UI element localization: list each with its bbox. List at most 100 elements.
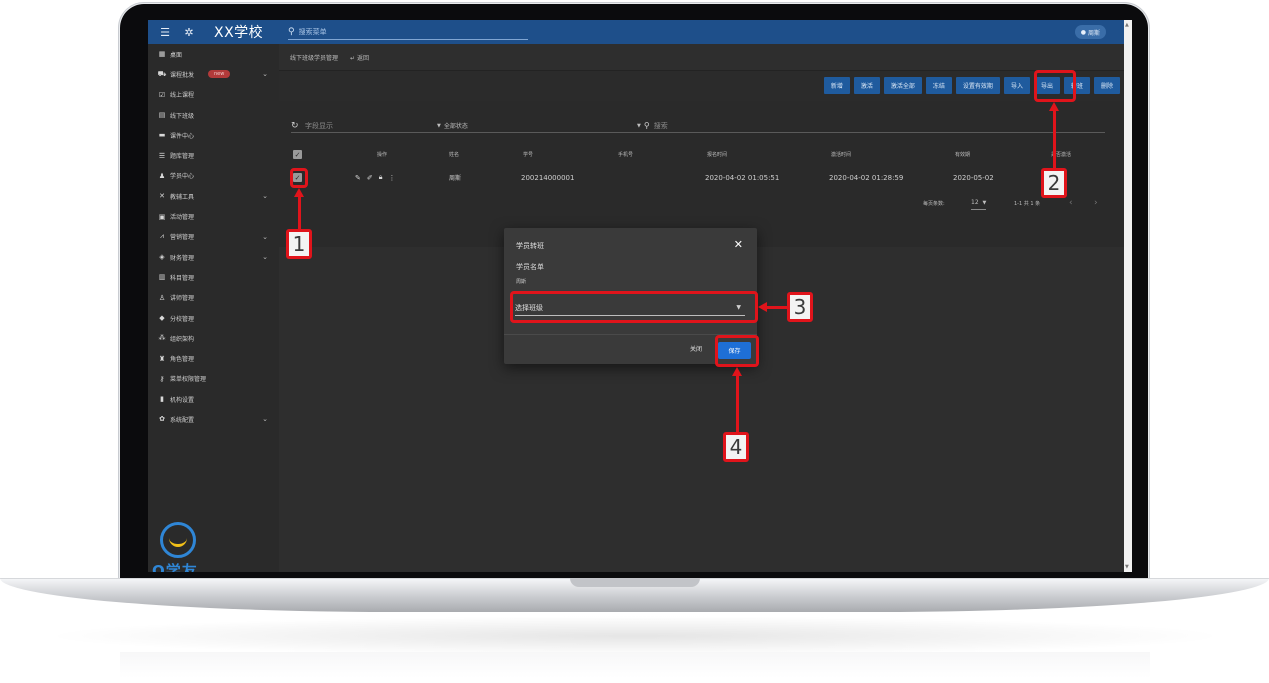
layers-icon: ◆ — [159, 314, 165, 322]
next-page-button[interactable]: › — [1094, 196, 1098, 210]
sidebar-item[interactable]: ♜ 角色管理 — [148, 348, 279, 368]
cell-activate-time: 2020-04-02 01:28:59 — [829, 173, 904, 182]
gear-icon: ✿ — [159, 415, 165, 424]
select-all-checkbox[interactable]: ✓ — [293, 146, 302, 163]
chevron-down-icon[interactable]: ⌄ — [262, 233, 268, 241]
breadcrumb-current: 线下班级学员管理 — [290, 54, 339, 62]
sidebar-item[interactable]: ▣ 活动管理 — [148, 206, 279, 226]
menu-icon[interactable]: ☰ — [158, 26, 172, 39]
sidebar-item[interactable]: ▮ 机构设置 — [148, 389, 279, 409]
annotation-label-3: 3 — [787, 292, 813, 322]
cart-icon: ⛟ — [157, 69, 167, 78]
sidebar-item-label: 线下班级 — [170, 112, 195, 120]
refresh-icon[interactable]: ↻ — [291, 121, 303, 131]
sidebar-item[interactable]: ◈ 财务管理 ⌄ — [148, 247, 279, 267]
toolbar-button[interactable]: 设置有效期 — [955, 77, 1000, 94]
sidebar-item-label: 桌面 — [170, 51, 183, 59]
scroll-down-icon[interactable]: ▼ — [1125, 564, 1129, 570]
chart-icon: ⩘ — [160, 232, 164, 241]
sidebar-item[interactable]: ▥ 科目管理 — [148, 267, 279, 287]
settings-icon[interactable]: ✲ — [182, 26, 196, 39]
sidebar-item[interactable]: ▤ 线下班级 — [148, 105, 279, 125]
table-row: ✓ ✎ ✐ 🔒︎ ⋮ 周斯 200214000001 2020-04-02 01… — [291, 169, 1105, 186]
student-list-label: 学员名单 — [516, 263, 544, 271]
user-chip[interactable]: ● 周斯 — [1074, 25, 1106, 39]
col-activate-time: 激活时间 — [831, 152, 852, 158]
sidebar-item[interactable]: ☑ 线上课程 — [148, 85, 279, 105]
back-link[interactable]: ↵ 返回 — [350, 53, 369, 62]
sidebar-item[interactable]: ▬ 课件中心 — [148, 125, 279, 145]
sidebar-item[interactable]: ✕ 教辅工具 ⌄ — [148, 186, 279, 206]
search-icon: ⚲ — [288, 27, 295, 37]
per-page-value: 12 — [971, 199, 979, 206]
checkbox-icon: ☑ — [158, 90, 166, 99]
tools-icon: ✕ — [159, 192, 165, 201]
sidebar-item-label: 菜单权限管理 — [170, 376, 207, 384]
annotation-arrow-1 — [294, 188, 304, 197]
sidebar-item-label: 课件中心 — [170, 132, 195, 140]
sidebar-item[interactable]: ⛟ 课程批发 new ⌄ — [148, 64, 279, 84]
sidebar-item-label: 活动管理 — [170, 214, 195, 222]
toolbar-button[interactable]: 激活 — [853, 77, 880, 94]
toolbar-button[interactable]: 新增 — [823, 77, 850, 94]
user-name: 周斯 — [1087, 29, 1100, 37]
sidebar-item[interactable]: ✿ 系统配置 ⌄ — [148, 409, 279, 429]
col-valid-until: 有效期 — [955, 152, 971, 158]
wrench-icon[interactable]: ✐ — [367, 174, 373, 182]
pagination: 每页条数: 12 ▼ 1-1 共 1 条 ‹ › — [279, 196, 1109, 210]
sidebar-item[interactable]: ☰ 题库管理 — [148, 145, 279, 165]
student-name: 周斯 — [516, 279, 527, 285]
scrollbar[interactable]: ▲ ▼ — [1124, 20, 1132, 572]
sidebar-item[interactable]: ♙ 讲师管理 — [148, 288, 279, 308]
chevron-down-icon[interactable]: ⌄ — [262, 415, 268, 423]
table-search-input[interactable]: 搜索 — [654, 121, 668, 131]
close-icon[interactable]: ✕ — [734, 238, 743, 251]
laptop-shadow — [40, 616, 1230, 656]
more-icon[interactable]: ⋮ — [388, 174, 395, 182]
col-actions: 操作 — [377, 152, 388, 158]
sidebar-item[interactable]: ⚷ 菜单权限管理 — [148, 369, 279, 389]
toolbar-button[interactable]: 激活全部 — [883, 77, 922, 94]
sidebar-item-label: 机构设置 — [170, 396, 195, 404]
sidebar-item-label: 题库管理 — [170, 153, 195, 161]
edit-icon[interactable]: ✎ — [355, 174, 361, 182]
sidebar-item[interactable]: ⩘ 营销管理 ⌄ — [148, 227, 279, 247]
annotation-label-2: 2 — [1041, 168, 1067, 198]
annotation-arrow-2 — [1049, 102, 1059, 111]
annotation-line-1 — [298, 195, 301, 229]
laptop-base-bottom — [120, 652, 1150, 678]
scroll-up-icon[interactable]: ▲ — [1125, 22, 1129, 28]
dialog-close-button[interactable]: 关闭 — [690, 344, 702, 353]
status-value: 全部状态 — [443, 123, 468, 130]
filter-bar: ↻ 字段显示 ▼ 全部状态 ▼ ⚲ 搜索 — [291, 119, 1105, 133]
annotation-line-3 — [767, 306, 787, 309]
key-icon: ⚷ — [159, 374, 165, 383]
field-display-select[interactable]: 字段显示 — [305, 121, 437, 131]
prev-page-button[interactable]: ‹ — [1069, 196, 1073, 210]
cell-name: 周斯 — [449, 175, 462, 182]
sidebar-item[interactable]: ◆ 分校管理 — [148, 308, 279, 328]
toolbar-button[interactable]: 删除 — [1093, 77, 1120, 94]
sidebar-item[interactable]: ⁂ 组织架构 — [148, 328, 279, 348]
table-search[interactable]: ▼ ⚲ 搜索 — [637, 121, 668, 131]
sidebar-item[interactable]: ♟ 学员中心 — [148, 166, 279, 186]
chevron-down-icon[interactable]: ⌄ — [262, 70, 268, 78]
annotation-line-4 — [736, 375, 739, 432]
chevron-down-icon[interactable]: ⌄ — [262, 253, 268, 261]
brand-logo: Q学友 — [152, 522, 212, 572]
cell-student-no: 200214000001 — [521, 173, 575, 182]
toolbar-button[interactable]: 导入 — [1003, 77, 1030, 94]
per-page-select[interactable]: 12 ▼ — [971, 196, 987, 210]
action-toolbar: 新增 激活 激活全部 冻结 设置有效期 导入 导出 转班 删除 — [279, 71, 1124, 101]
lock-icon[interactable]: 🔒︎ — [379, 173, 383, 182]
chevron-down-icon[interactable]: ⌄ — [262, 192, 268, 200]
student-table-panel: ↻ 字段显示 ▼ 全部状态 ▼ ⚲ 搜索 ✓ 操作 姓名 学号 手机号 报名时间 激活… — [279, 101, 1124, 247]
toolbar-button[interactable]: 冻结 — [925, 77, 952, 94]
role-icon: ♜ — [158, 354, 166, 363]
status-select[interactable]: ▼ 全部状态 — [437, 121, 637, 131]
sidebar-item[interactable]: ▦ 桌面 — [148, 44, 279, 64]
menu-search-input[interactable] — [298, 28, 499, 36]
logo-text: Q学友 — [152, 562, 198, 572]
grid-icon: ▦ — [158, 50, 166, 59]
dropdown-icon: ▼ — [437, 122, 441, 129]
